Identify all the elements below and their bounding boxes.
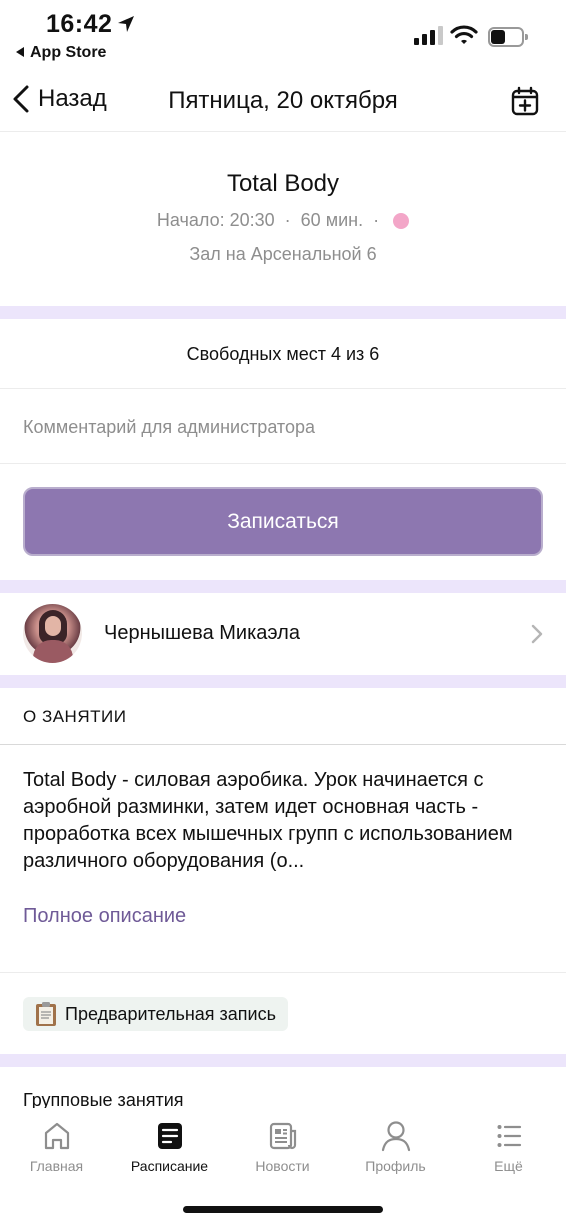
schedule-icon: [157, 1123, 182, 1149]
class-start-time: Начало: 20:30: [156, 210, 275, 230]
wifi-icon: [450, 25, 478, 44]
signup-button[interactable]: Записаться: [23, 487, 543, 556]
tab-label: Ещё: [494, 1158, 523, 1174]
class-title: Total Body: [226, 170, 340, 197]
tab-label: Главная: [29, 1158, 84, 1174]
section-divider: [0, 306, 566, 319]
news-icon: [269, 1122, 296, 1150]
comment-row: [0, 390, 566, 464]
chevron-right-icon: [531, 624, 543, 644]
tab-schedule[interactable]: Расписание: [113, 1118, 226, 1174]
section-divider: [0, 580, 566, 593]
back-to-app-store[interactable]: App Store: [16, 44, 106, 62]
tab-label: Расписание: [130, 1158, 209, 1174]
battery-icon: [488, 27, 528, 47]
status-time: 16:42: [46, 10, 113, 38]
clipboard-icon: [36, 1002, 56, 1026]
tab-label: Профиль: [365, 1158, 426, 1174]
class-color-dot: [393, 212, 410, 229]
tab-news[interactable]: Новости: [226, 1118, 339, 1174]
pre-booking-label: Предварительная запись: [65, 1003, 276, 1024]
tab-more[interactable]: Ещё: [452, 1118, 565, 1174]
full-description-link[interactable]: Полное описание: [23, 905, 186, 928]
section-divider: [0, 1054, 566, 1067]
available-seats: Свободных мест 4 из 6: [0, 319, 566, 389]
tag-row: Предварительная запись: [0, 972, 566, 1053]
home-icon: [44, 1122, 69, 1150]
profile-icon: [381, 1121, 410, 1152]
trainer-avatar: [23, 604, 82, 663]
class-description: Total Body - силовая аэробика. Урок начи…: [23, 769, 513, 872]
tab-home[interactable]: Главная: [0, 1118, 113, 1174]
home-indicator: [183, 1206, 383, 1213]
back-app-label: App Store: [30, 44, 107, 61]
tab-label: Новости: [255, 1158, 310, 1174]
class-meta: Начало: 20:30 · 60 мин. ·: [0, 210, 566, 231]
back-triangle-icon: [16, 46, 24, 57]
tab-profile[interactable]: Профиль: [339, 1118, 452, 1174]
class-header: Total Body Начало: 20:30 · 60 мин. · Зал…: [0, 133, 566, 306]
more-icon: [497, 1125, 521, 1147]
page-title: Пятница, 20 октября: [168, 87, 398, 114]
admin-comment-input[interactable]: [23, 410, 543, 444]
location-arrow-icon: [118, 16, 134, 32]
class-location: Зал на Арсенальной 6: [189, 244, 377, 264]
add-to-calendar-icon[interactable]: [511, 86, 539, 116]
pre-booking-tag: Предварительная запись: [23, 997, 288, 1031]
about-section-title: О ЗАНЯТИИ: [0, 688, 566, 745]
cellular-signal-icon: [414, 26, 443, 45]
section-divider: [0, 675, 566, 688]
trainer-row[interactable]: Чернышева Микаэла: [0, 593, 566, 675]
meta-separator: ·: [373, 210, 380, 230]
meta-separator: ·: [284, 210, 291, 230]
status-bar: 16:42 App Store: [0, 0, 566, 70]
class-duration: 60 мин.: [300, 210, 364, 230]
navigation-bar: Назад Пятница, 20 октября: [0, 70, 566, 132]
trainer-name: Чернышева Микаэла: [104, 622, 300, 644]
